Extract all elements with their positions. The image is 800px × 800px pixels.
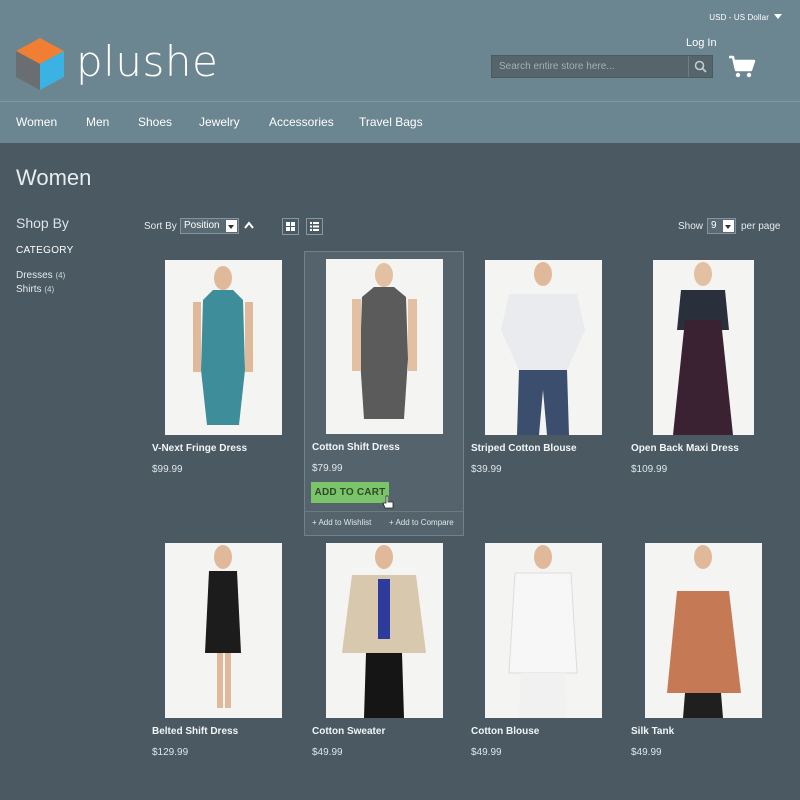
product-name[interactable]: Striped Cotton Blouse (471, 443, 577, 454)
product-image[interactable] (165, 260, 282, 435)
show-label: Show (678, 221, 704, 232)
model-photo (508, 545, 578, 718)
chevron-down-icon (226, 220, 237, 232)
add-to-wishlist-link[interactable]: + Add to Wishlist (312, 518, 371, 527)
per-page-label: per page (741, 221, 781, 232)
model-photo (352, 263, 417, 419)
product-image[interactable] (165, 543, 282, 718)
model-photo (193, 266, 253, 425)
product-price: $49.99 (312, 747, 343, 758)
currency-label: USD - US Dollar (709, 13, 769, 22)
model-photo (673, 262, 733, 435)
sort-by-value: Position (184, 220, 220, 231)
product-image[interactable] (326, 259, 443, 434)
model-photo (667, 545, 741, 718)
product-price: $39.99 (471, 464, 502, 475)
product-price: $79.99 (312, 463, 343, 474)
grid-view-button[interactable] (282, 218, 299, 235)
page-title: Women (16, 165, 92, 190)
search-bar (491, 55, 713, 78)
nav-item-women[interactable]: Women (16, 115, 57, 129)
grid-icon (286, 222, 295, 231)
product-name[interactable]: Cotton Sweater (312, 726, 385, 737)
add-to-compare-link[interactable]: + Add to Compare (389, 518, 454, 527)
product-price: $49.99 (631, 747, 662, 758)
nav-item-shoes[interactable]: Shoes (138, 115, 172, 129)
list-icon (310, 222, 319, 231)
search-input[interactable] (492, 56, 688, 77)
site-header: USD - US Dollar plushe Log In (0, 0, 800, 101)
product-image[interactable] (645, 543, 762, 718)
product-price: $49.99 (471, 747, 502, 758)
list-view-button[interactable] (306, 218, 323, 235)
product-image[interactable] (326, 543, 443, 718)
product-name[interactable]: V-Next Fringe Dress (152, 443, 247, 454)
cart-icon[interactable] (728, 55, 756, 79)
add-to-cart-button[interactable]: ADD TO CART (311, 482, 389, 503)
sort-ascending-icon[interactable] (243, 220, 255, 230)
model-photo (205, 545, 241, 708)
product-name[interactable]: Open Back Maxi Dress (631, 443, 739, 454)
product-image[interactable] (485, 543, 602, 718)
sort-by-label: Sort By (144, 221, 177, 232)
logo-wordmark[interactable]: plushe (76, 37, 218, 86)
per-page-select[interactable]: 9 (707, 218, 736, 234)
product-name[interactable]: Belted Shift Dress (152, 726, 238, 737)
nav-item-accessories[interactable]: Accessories (269, 115, 334, 129)
login-link[interactable]: Log In (686, 37, 717, 49)
currency-switcher[interactable]: USD - US Dollar (709, 13, 782, 22)
divider (305, 511, 463, 512)
nav-item-jewelry[interactable]: Jewelry (199, 115, 240, 129)
model-photo (342, 545, 426, 718)
nav-item-men[interactable]: Men (86, 115, 109, 129)
product-price: $99.99 (152, 464, 183, 475)
product-name[interactable]: Silk Tank (631, 726, 674, 737)
filter-dresses[interactable]: Dresses (4) (16, 270, 65, 281)
sort-by-select[interactable]: Position (180, 218, 239, 234)
filter-count: (4) (44, 285, 55, 294)
product-name[interactable]: Cotton Shift Dress (312, 442, 400, 453)
category-heading: CATEGORY (16, 245, 74, 256)
nav-item-travel-bags[interactable]: Travel Bags (359, 115, 423, 129)
per-page-value: 9 (711, 220, 717, 231)
chevron-down-icon (774, 14, 782, 19)
hand-cursor-icon (382, 495, 394, 509)
product-image[interactable] (485, 260, 602, 435)
product-image[interactable] (653, 260, 754, 435)
chevron-down-icon (723, 220, 734, 232)
product-name[interactable]: Cotton Blouse (471, 726, 539, 737)
filter-label: Shirts (16, 284, 42, 295)
filter-shirts[interactable]: Shirts (4) (16, 284, 54, 295)
main-navigation: Women Men Shoes Jewelry Accessories Trav… (0, 101, 800, 143)
filter-count: (4) (55, 271, 66, 280)
search-icon (694, 60, 707, 73)
product-price: $129.99 (152, 747, 189, 758)
product-price: $109.99 (631, 464, 668, 475)
model-photo (501, 262, 585, 435)
filter-label: Dresses (16, 270, 53, 281)
shop-by-heading: Shop By (16, 215, 69, 231)
search-button[interactable] (688, 56, 712, 77)
logo-cube-icon[interactable] (16, 38, 64, 90)
